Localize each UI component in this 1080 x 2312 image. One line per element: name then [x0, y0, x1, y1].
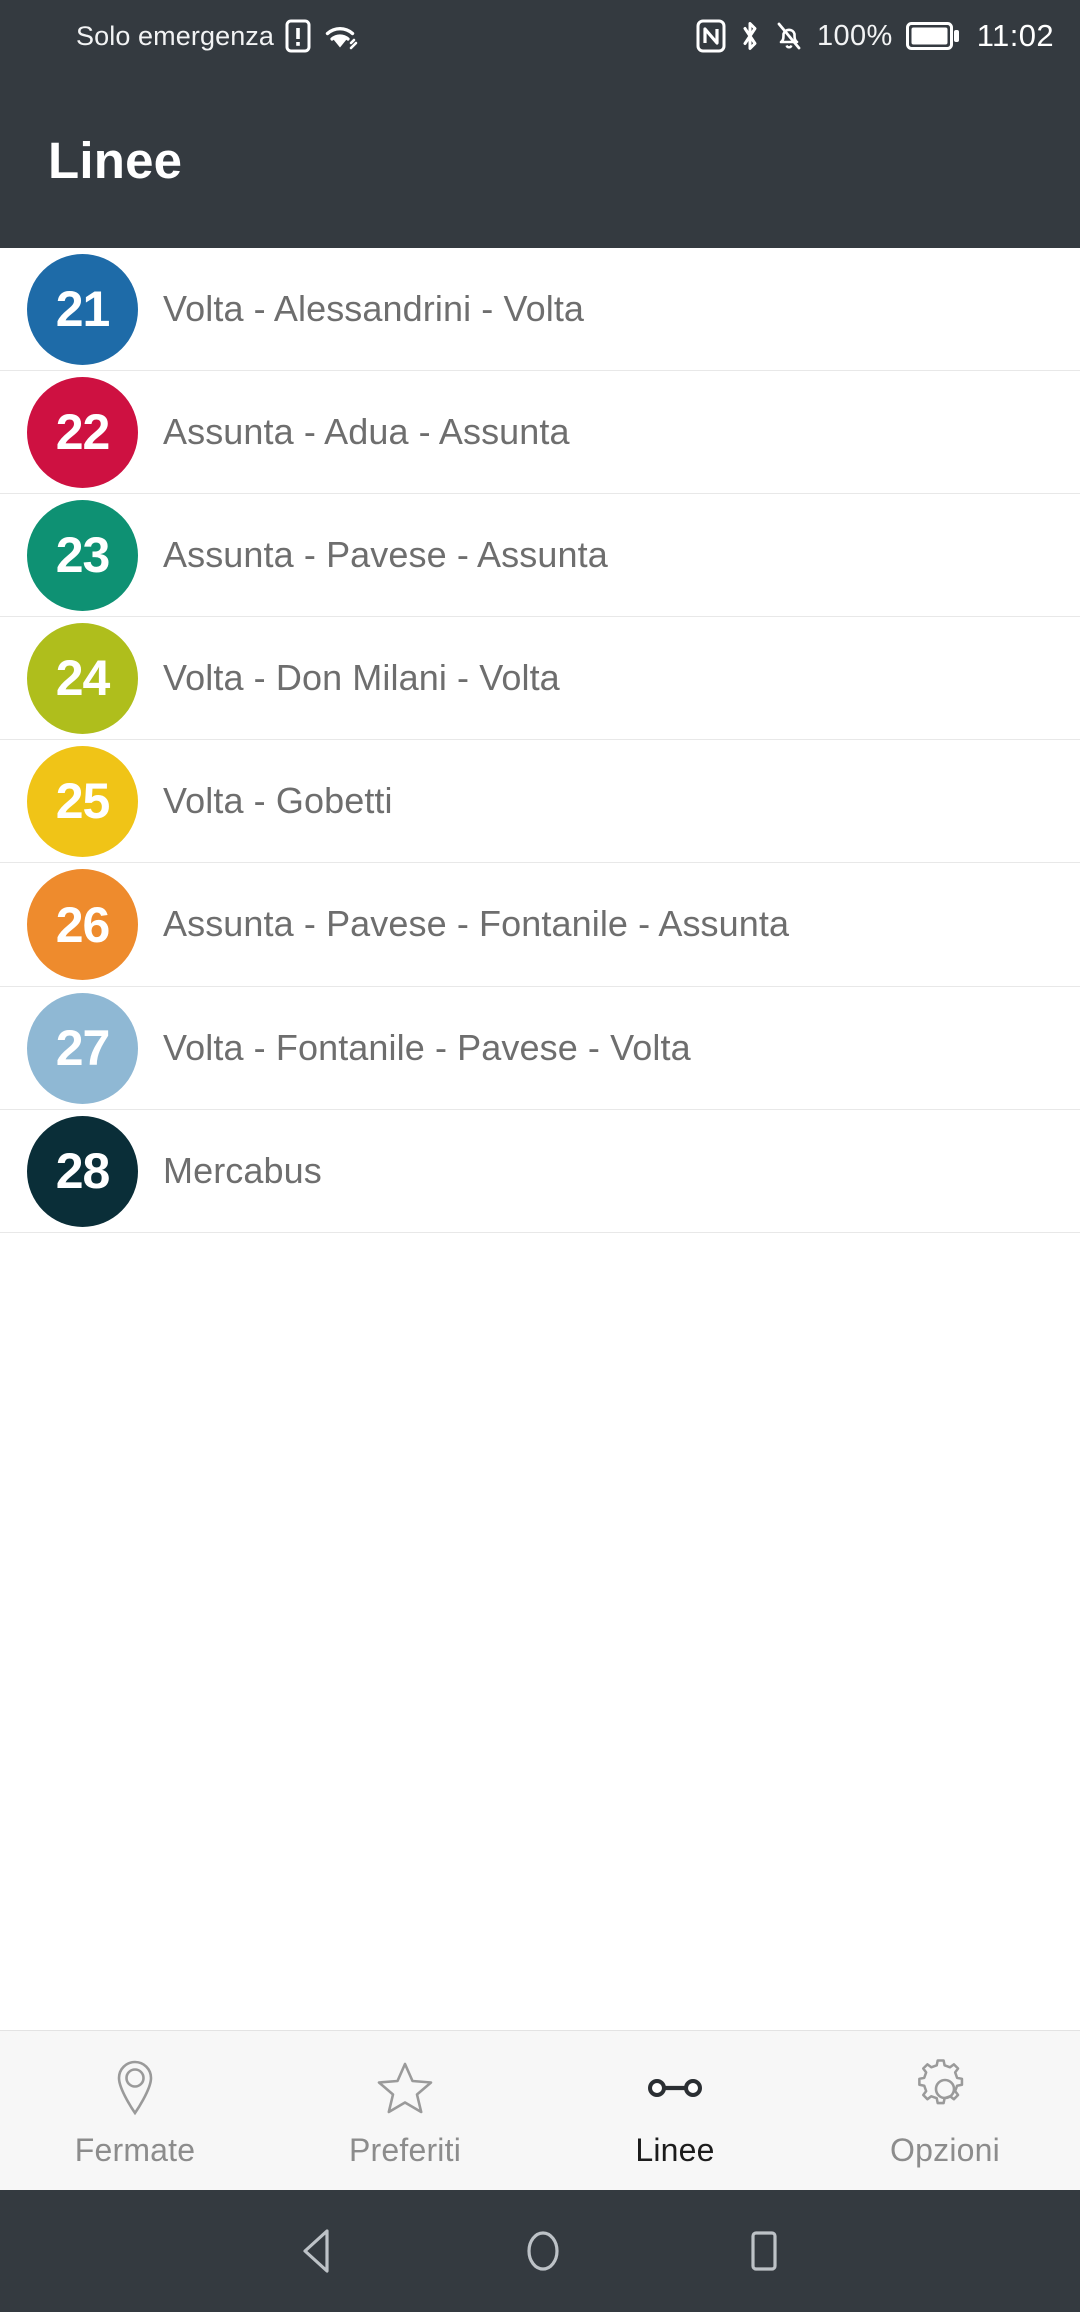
list-item[interactable]: 27 Volta - Fontanile - Pavese - Volta — [0, 987, 1080, 1110]
bell-muted-icon — [774, 19, 804, 53]
tab-label: Fermate — [74, 2132, 196, 2168]
home-circle-icon[interactable] — [520, 2225, 566, 2277]
list-item[interactable]: 22 Assunta - Adua - Assunta — [0, 371, 1080, 494]
app-header: Linee — [0, 72, 1080, 248]
recents-square-icon[interactable] — [742, 2225, 786, 2277]
list-item[interactable]: 28 Mercabus — [0, 1110, 1080, 1233]
system-navigation-bar — [0, 2190, 1080, 2312]
tab-fermate[interactable]: Fermate — [0, 2031, 270, 2190]
list-item[interactable]: 23 Assunta - Pavese - Assunta — [0, 494, 1080, 617]
tab-opzioni[interactable]: Opzioni — [810, 2031, 1080, 2190]
back-triangle-icon[interactable] — [294, 2225, 344, 2277]
line-name: Volta - Fontanile - Pavese - Volta — [163, 1026, 691, 1068]
app-screen: Solo emergenza 100% 11:02 Linee 21 Volta… — [0, 0, 1080, 2312]
line-name: Assunta - Pavese - Assunta — [163, 533, 608, 575]
gear-icon — [915, 2058, 975, 2118]
list-item[interactable]: 25 Volta - Gobetti — [0, 740, 1080, 863]
wifi-icon — [322, 21, 358, 51]
list-item[interactable]: 24 Volta - Don Milani - Volta — [0, 617, 1080, 740]
star-icon — [376, 2058, 434, 2118]
map-pin-icon — [112, 2058, 158, 2118]
line-badge: 28 — [27, 1115, 138, 1227]
line-name: Volta - Don Milani - Volta — [163, 656, 560, 698]
battery-percent-label: 100% — [816, 19, 893, 52]
line-badge: 24 — [27, 622, 138, 734]
tab-linee[interactable]: Linee — [540, 2031, 810, 2190]
clock-label: 11:02 — [976, 18, 1054, 53]
bottom-tab-bar: Fermate Preferiti Linee Opzioni — [0, 2030, 1080, 2190]
line-badge: 26 — [27, 869, 138, 980]
line-badge: 21 — [27, 253, 138, 365]
tab-label: Opzioni — [890, 2132, 1000, 2168]
carrier-label: Solo emergenza — [76, 20, 275, 51]
line-badge: 22 — [27, 376, 138, 488]
route-line-icon — [644, 2058, 706, 2118]
line-badge: 25 — [27, 745, 138, 857]
status-bar: Solo emergenza 100% 11:02 — [0, 0, 1080, 72]
status-bar-left: Solo emergenza — [76, 19, 358, 53]
battery-icon — [905, 21, 960, 51]
list-item[interactable]: 26 Assunta - Pavese - Fontanile - Assunt… — [0, 863, 1080, 987]
nfc-icon — [696, 19, 726, 53]
line-badge: 23 — [27, 499, 138, 611]
tab-preferiti[interactable]: Preferiti — [270, 2031, 540, 2190]
line-name: Assunta - Adua - Assunta — [163, 410, 570, 452]
line-name: Mercabus — [163, 1149, 322, 1191]
line-name: Volta - Alessandrini - Volta — [163, 287, 585, 329]
sim-alert-icon — [285, 19, 311, 53]
line-badge: 27 — [27, 992, 138, 1104]
tab-label: Preferiti — [348, 2132, 462, 2168]
lines-list[interactable]: 21 Volta - Alessandrini - Volta 22 Assun… — [0, 248, 1080, 2030]
page-title: Linee — [48, 131, 183, 189]
list-item[interactable]: 21 Volta - Alessandrini - Volta — [0, 248, 1080, 371]
line-name: Assunta - Pavese - Fontanile - Assunta — [163, 903, 790, 945]
tab-label: Linee — [635, 2132, 715, 2168]
bluetooth-icon — [739, 19, 761, 53]
line-name: Volta - Gobetti — [163, 779, 393, 821]
status-bar-right: 100% 11:02 — [696, 18, 1054, 54]
